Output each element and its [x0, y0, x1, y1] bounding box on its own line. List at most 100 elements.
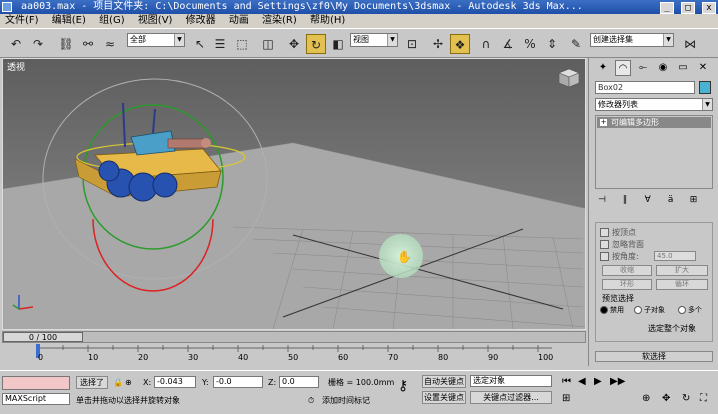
preview-subobject-radio[interactable]: 子对象 — [634, 305, 665, 315]
menu-modifiers[interactable]: 修改器 — [181, 14, 221, 28]
selection-count: 选择了 — [76, 376, 108, 389]
menu-rendering[interactable]: 渲染(R) — [257, 14, 302, 28]
pan-icon[interactable]: ✥ — [662, 393, 670, 404]
window-crossing-icon[interactable]: ◫ — [258, 34, 278, 54]
select-object-icon[interactable]: ↖ — [190, 34, 210, 54]
modifier-stack: + 可编辑多边形 — [595, 115, 713, 189]
menu-animation[interactable]: 动画 — [224, 14, 254, 28]
selected-object-dropdown[interactable]: 选定对象 — [470, 375, 552, 387]
x-field[interactable]: -0.043 — [154, 376, 196, 388]
next-frame-icon[interactable]: ▶▶ — [610, 376, 625, 387]
stack-item-editable-poly[interactable]: + 可编辑多边形 — [597, 117, 711, 128]
minimize-button[interactable]: _ — [659, 2, 674, 14]
by-angle-checkbox[interactable]: 按角度: — [600, 251, 639, 262]
tick-70: 70 — [388, 353, 399, 362]
mirror-icon[interactable]: ⋈ — [680, 34, 700, 54]
redo-icon[interactable]: ↷ — [28, 34, 48, 54]
maximize-viewport-icon[interactable]: ⛶ — [700, 393, 707, 404]
named-selection-value: 创建选择集 — [593, 35, 633, 44]
object-name-field[interactable]: Box02 — [595, 81, 695, 94]
menu-group[interactable]: 组(G) — [94, 14, 130, 28]
play-icon[interactable]: ▶ — [594, 376, 602, 387]
pivot-center-icon[interactable]: ⊡ — [402, 34, 422, 54]
select-move-icon[interactable]: ✥ — [284, 34, 304, 54]
select-rotate-icon[interactable]: ↻ — [306, 34, 326, 54]
maxscript-listener-pink[interactable] — [2, 376, 70, 390]
menu-help[interactable]: 帮助(H) — [305, 14, 350, 28]
show-end-result-icon[interactable]: ∥ — [618, 194, 632, 206]
select-manipulate-icon[interactable]: ✢ — [428, 34, 448, 54]
keyboard-shortcut-override-icon[interactable]: ❖ — [450, 34, 470, 54]
by-vertex-checkbox[interactable]: 按顶点 — [600, 227, 636, 238]
display-tab-icon[interactable]: ▭ — [675, 60, 691, 76]
tick-10: 10 — [88, 353, 99, 362]
rectangular-selection-icon[interactable]: ⬚ — [232, 34, 252, 54]
preview-multi-radio[interactable]: 多个 — [678, 305, 702, 315]
menu-file[interactable]: 文件(F) — [0, 14, 44, 28]
make-unique-icon[interactable]: ∀ — [641, 194, 655, 206]
time-slider[interactable]: 0 / 100 — [2, 331, 586, 343]
named-selection-dropdown[interactable]: 创建选择集 ▼ — [590, 33, 674, 47]
absolute-mode-icon[interactable]: ⊕ — [125, 377, 132, 388]
hierarchy-tab-icon[interactable]: ⟜ — [635, 60, 651, 76]
ring-button[interactable]: 环形 — [602, 279, 652, 290]
menu-edit[interactable]: 编辑(E) — [47, 14, 91, 28]
snap-toggle-icon[interactable]: ∩ — [476, 34, 496, 54]
y-field[interactable]: -0.0 — [213, 376, 263, 388]
maxscript-mini-listener[interactable]: MAXScript — [2, 393, 70, 405]
angle-snap-icon[interactable]: ∡ — [498, 34, 518, 54]
close-button[interactable]: x — [702, 2, 716, 14]
expand-icon[interactable]: + — [600, 119, 607, 126]
menu-views[interactable]: 视图(V) — [133, 14, 178, 28]
shrink-button[interactable]: 收缩 — [602, 265, 652, 276]
object-color-swatch[interactable] — [699, 81, 711, 94]
time-tag-icon[interactable]: ⏱ — [308, 395, 314, 406]
link-icon[interactable]: ⛓ — [56, 34, 76, 54]
motion-tab-icon[interactable]: ◉ — [655, 60, 671, 76]
lock-icon[interactable]: 🔒 — [113, 377, 123, 388]
unlink-icon[interactable]: ⚯ — [78, 34, 98, 54]
modifier-list-dropdown[interactable]: 修改器列表 ▼ — [595, 98, 713, 111]
create-tab-icon[interactable]: ✦ — [595, 60, 611, 76]
time-slider-thumb[interactable]: 0 / 100 — [3, 332, 83, 342]
z-label: Z: — [268, 378, 277, 387]
angle-spinner[interactable]: 45.0 — [654, 251, 696, 261]
previous-frame-icon[interactable]: ◀ — [578, 376, 586, 387]
key-icon[interactable]: ⚷ — [398, 379, 408, 393]
auto-key-button[interactable]: 自动关键点 — [422, 375, 466, 388]
perspective-viewport[interactable]: ✋ 透视 — [2, 58, 586, 330]
stack-item-label: 可编辑多边形 — [611, 118, 659, 127]
set-key-button[interactable]: 设置关键点 — [422, 391, 466, 404]
pin-stack-icon[interactable]: ⊣ — [595, 194, 609, 206]
orbit-icon[interactable]: ↻ — [682, 393, 690, 404]
selection-filter-dropdown[interactable]: 全部 ▼ — [127, 33, 185, 47]
configure-sets-icon[interactable]: ⊞ — [687, 194, 701, 206]
spinner-snap-icon[interactable]: ⇕ — [542, 34, 562, 54]
track-bar[interactable]: 0 10 20 30 40 50 60 70 80 90 100 — [2, 344, 586, 364]
viewport-label[interactable]: 透视 — [7, 60, 25, 73]
key-mode-icon[interactable]: ⊞ — [562, 393, 570, 404]
ignore-backface-checkbox[interactable]: 忽略背面 — [600, 239, 644, 250]
select-by-name-icon[interactable]: ☰ — [210, 34, 230, 54]
viewport-scene: ✋ — [3, 59, 585, 329]
soft-selection-rollout[interactable]: 软选择 — [595, 351, 713, 362]
reference-coordinate-dropdown[interactable]: 视图 ▼ — [350, 33, 398, 47]
z-field[interactable]: 0.0 — [279, 376, 319, 388]
select-scale-icon[interactable]: ◧ — [328, 34, 348, 54]
add-time-tag[interactable]: 添加时间标记 — [322, 395, 370, 406]
modify-tab-icon[interactable]: ◠ — [615, 60, 631, 76]
key-filters-button[interactable]: 关键点过滤器... — [470, 391, 552, 404]
zoom-icon[interactable]: ⊕ — [642, 393, 650, 404]
preview-off-radio[interactable]: 禁用 — [600, 305, 624, 315]
tick-60: 60 — [338, 353, 349, 362]
undo-icon[interactable]: ↶ — [6, 34, 26, 54]
go-to-start-icon[interactable]: ⏮ — [562, 376, 571, 387]
loop-button[interactable]: 循环 — [656, 279, 708, 290]
remove-modifier-icon[interactable]: ä — [664, 194, 678, 206]
bind-space-warp-icon[interactable]: ≈ — [100, 34, 120, 54]
edit-named-selection-icon[interactable]: ✎ — [566, 34, 586, 54]
percent-snap-icon[interactable]: % — [520, 34, 540, 54]
utilities-tab-icon[interactable]: ✕ — [695, 60, 711, 76]
grow-button[interactable]: 扩大 — [656, 265, 708, 276]
maximize-button[interactable]: □ — [680, 2, 695, 14]
